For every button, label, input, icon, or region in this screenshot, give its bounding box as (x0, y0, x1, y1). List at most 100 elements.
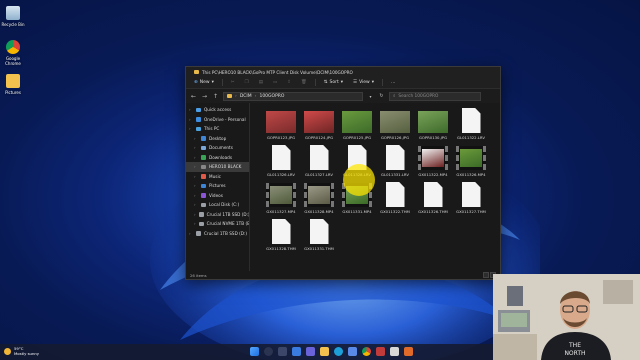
videos-icon (201, 193, 206, 198)
trash-icon: 🗑 (301, 80, 307, 85)
search-icon[interactable] (264, 347, 273, 356)
file-item[interactable]: GX011328.THM (262, 218, 300, 255)
file-name: GL011331.LRV (381, 172, 409, 177)
file-thumbnail (418, 107, 448, 133)
sidebar-item-label: Music (209, 173, 221, 179)
sidebar-item-label: Quick access (204, 107, 232, 113)
chrome-shortcut[interactable]: Google Chrome (1, 38, 25, 72)
teams-icon[interactable] (306, 347, 315, 356)
chevron-down-icon: ▾ (371, 80, 375, 85)
app-icon[interactable] (404, 347, 413, 356)
sort-button[interactable]: ⇅ Sort ▾ (322, 79, 345, 87)
chevron-right-icon[interactable]: › (189, 231, 193, 236)
folder-icon (227, 94, 232, 98)
chevron-right-icon[interactable]: › (194, 174, 198, 179)
file-item[interactable]: GX011327.MP4 (262, 181, 300, 218)
chevron-right-icon[interactable]: › (189, 107, 193, 112)
file-name: GX011327.MP4 (266, 209, 296, 214)
file-item[interactable]: GL011322.LRV (452, 107, 490, 144)
chevron-right-icon[interactable]: › (194, 193, 198, 198)
drive-icon (201, 202, 206, 207)
pictures-shortcut[interactable]: Pictures (1, 72, 25, 106)
chevron-right-icon[interactable]: › (189, 117, 193, 122)
sidebar-item[interactable]: › Documents (186, 143, 249, 153)
start-icon[interactable] (250, 347, 259, 356)
sidebar-item[interactable]: › Crucial NVME 1TB (E:) (186, 219, 249, 229)
toolbar-divider (382, 79, 384, 86)
sidebar-item[interactable]: › Pictures (186, 181, 249, 191)
sidebar-item[interactable]: › Videos (186, 191, 249, 201)
chevron-right-icon[interactable]: › (194, 202, 198, 207)
sidebar-item[interactable]: › OneDrive - Personal (186, 115, 249, 125)
sidebar-item[interactable]: › HERO10 BLACK (186, 162, 249, 172)
back-button[interactable]: ← (190, 93, 197, 100)
sidebar-item[interactable]: › Crucial 1TB SSD (D:) (186, 229, 249, 239)
sidebar-item-label: Pictures (209, 183, 226, 189)
file-item[interactable]: GOPR0124.JPG (300, 107, 338, 144)
file-item[interactable]: GX011328.MP4 (300, 181, 338, 218)
rename-button[interactable]: ▭ (271, 79, 279, 87)
chevron-right-icon[interactable]: › (194, 212, 196, 217)
file-item[interactable]: GX011331.THM (300, 218, 338, 255)
view-button[interactable]: ☰ View ▾ (351, 79, 376, 87)
more-label: ... (391, 80, 396, 85)
details-view-button[interactable] (483, 272, 489, 278)
file-item[interactable]: GOPR0126.JPG (376, 107, 414, 144)
chevron-right-icon[interactable]: › (194, 164, 198, 169)
file-item[interactable]: GOPR0130.JPG (414, 107, 452, 144)
sort-label: Sort (329, 80, 339, 85)
forward-button[interactable]: → (201, 93, 208, 100)
delete-button[interactable]: 🗑 (299, 79, 309, 87)
refresh-button[interactable]: ↻ (378, 93, 385, 99)
sidebar-item[interactable]: › Downloads (186, 153, 249, 163)
file-item[interactable]: GX011326.THM (414, 181, 452, 218)
sidebar-item[interactable]: › Quick access (186, 105, 249, 115)
sidebar-item[interactable]: › Crucial 1TB SSD (D:) (186, 210, 249, 220)
store-icon[interactable] (348, 347, 357, 356)
chevron-right-icon[interactable]: › (189, 126, 193, 131)
file-explorer-icon[interactable] (320, 347, 329, 356)
title-bar[interactable]: This PC\HERO10 BLACK\GoPro MTP Client Di… (186, 67, 500, 77)
app-icon[interactable] (390, 347, 399, 356)
widgets-icon[interactable] (292, 347, 301, 356)
paste-button[interactable]: ▤ (257, 79, 265, 87)
recycle-bin-shortcut[interactable]: Recycle Bin (1, 4, 25, 38)
chevron-right-icon[interactable]: › (194, 183, 198, 188)
chrome-icon[interactable] (362, 347, 371, 356)
address-dropdown-button[interactable]: ▾ (367, 94, 374, 99)
app-icon[interactable] (376, 347, 385, 356)
file-item[interactable]: GX011327.THM (452, 181, 490, 218)
weather-widget[interactable]: 59°C Mostly sunny (4, 346, 39, 356)
file-name: GOPR0124.JPG (304, 135, 334, 140)
search-box[interactable]: ⌕ Search 100GOPRO (389, 91, 481, 101)
address-bar[interactable]: › DCIM › 100GOPRO (223, 91, 363, 101)
chevron-right-icon[interactable]: › (194, 136, 198, 141)
breadcrumb-100gopro[interactable]: 100GOPRO (259, 94, 284, 99)
sidebar-item[interactable]: › Local Disk (C:) (186, 200, 249, 210)
file-item[interactable]: GX011322.MP4 (414, 144, 452, 181)
task-view-icon[interactable] (278, 347, 287, 356)
sidebar-item[interactable]: › Desktop (186, 134, 249, 144)
sidebar-item[interactable]: › This PC (186, 124, 249, 134)
breadcrumb-dcim[interactable]: DCIM (240, 94, 252, 99)
file-item[interactable]: GOPR0123.JPG (262, 107, 300, 144)
new-button[interactable]: ⊕ New ▾ (192, 79, 216, 87)
more-button[interactable]: ... (389, 79, 397, 87)
edge-icon[interactable] (334, 347, 343, 356)
cut-button[interactable]: ✂ (229, 79, 237, 87)
share-button[interactable]: ⇪ (285, 79, 293, 87)
file-item[interactable]: GL011331.LRV (376, 144, 414, 181)
up-button[interactable]: ↑ (212, 93, 219, 100)
chevron-right-icon[interactable]: › (194, 221, 196, 226)
video-icon (266, 183, 296, 207)
sidebar-item-label: This PC (204, 126, 220, 132)
sidebar-item[interactable]: › Music (186, 172, 249, 182)
chevron-right-icon[interactable]: › (194, 155, 198, 160)
file-item[interactable]: GX011322.THM (376, 181, 414, 218)
file-item[interactable]: GL011326.LRV (262, 144, 300, 181)
file-item[interactable]: GL011327.LRV (300, 144, 338, 181)
file-item[interactable]: GOPR0125.JPG (338, 107, 376, 144)
file-item[interactable]: GX011326.MP4 (452, 144, 490, 181)
copy-button[interactable]: ❐ (243, 79, 251, 87)
chevron-right-icon[interactable]: › (194, 145, 198, 150)
